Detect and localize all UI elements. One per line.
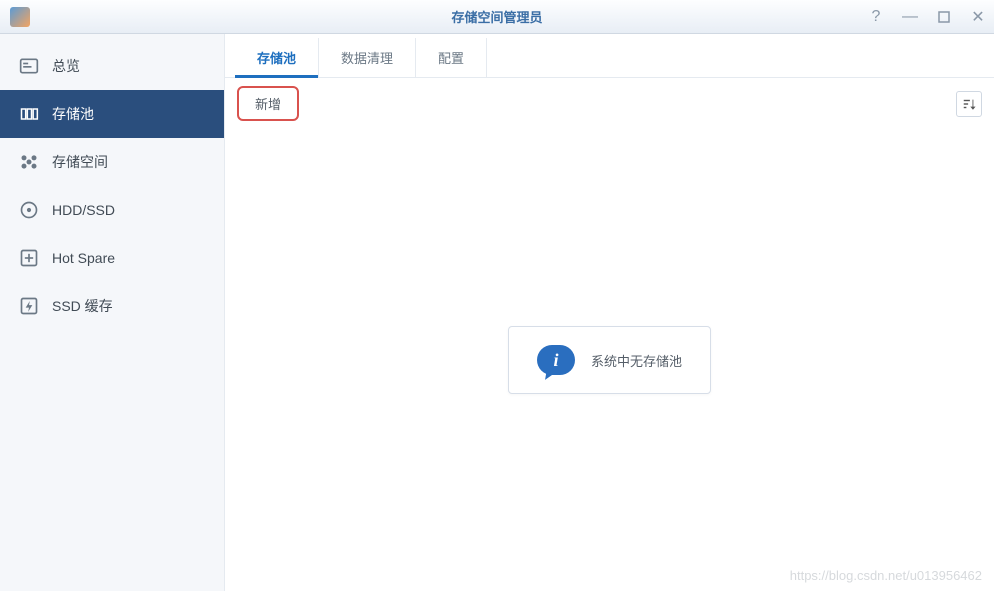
hotspare-icon	[18, 247, 40, 269]
sidebar-item-label: SSD 缓存	[52, 296, 113, 316]
content-body: i 系统中无存储池	[225, 129, 994, 591]
tabs: 存储池 数据清理 配置	[225, 34, 994, 78]
empty-state-card: i 系统中无存储池	[508, 326, 711, 394]
help-icon[interactable]: ?	[868, 9, 884, 25]
sidebar-item-overview[interactable]: 总览	[0, 42, 224, 90]
sort-icon	[962, 97, 976, 111]
sidebar-item-label: HDD/SSD	[52, 202, 115, 218]
sidebar-item-hdd-ssd[interactable]: HDD/SSD	[0, 186, 224, 234]
sidebar-item-volume[interactable]: 存储空间	[0, 138, 224, 186]
new-button[interactable]: 新增	[237, 86, 299, 121]
sidebar-item-pool[interactable]: 存储池	[0, 90, 224, 138]
volume-icon	[18, 151, 40, 173]
watermark: https://blog.csdn.net/u013956462	[790, 568, 982, 583]
empty-state-message: 系统中无存储池	[591, 351, 682, 370]
minimize-icon[interactable]: —	[902, 9, 918, 25]
sidebar: 总览 存储池 存储空间 HDD/SSD Hot Spare	[0, 34, 224, 591]
window-controls: ? — ✕	[868, 9, 986, 25]
ssdcache-icon	[18, 295, 40, 317]
content-area: 存储池 数据清理 配置 新增 i 系统中无存储池 https://blog.cs…	[224, 34, 994, 591]
overview-icon	[18, 55, 40, 77]
sidebar-item-ssdcache[interactable]: SSD 缓存	[0, 282, 224, 330]
app-icon	[10, 7, 30, 27]
sidebar-item-label: 存储空间	[52, 152, 108, 172]
window-title: 存储空间管理员	[451, 7, 542, 26]
sidebar-item-label: 存储池	[52, 104, 94, 124]
pool-icon	[18, 103, 40, 125]
sort-button[interactable]	[956, 91, 982, 117]
maximize-icon[interactable]	[936, 9, 952, 25]
tab-config[interactable]: 配置	[416, 38, 487, 77]
toolbar: 新增	[225, 78, 994, 129]
sidebar-item-label: 总览	[52, 56, 80, 76]
titlebar: 存储空间管理员 ? — ✕	[0, 0, 994, 34]
sidebar-item-label: Hot Spare	[52, 250, 115, 266]
info-icon: i	[537, 345, 575, 375]
sidebar-item-hotspare[interactable]: Hot Spare	[0, 234, 224, 282]
close-icon[interactable]: ✕	[970, 9, 986, 25]
tab-pool[interactable]: 存储池	[235, 38, 319, 77]
tab-data-scrub[interactable]: 数据清理	[319, 38, 416, 77]
disk-icon	[18, 199, 40, 221]
